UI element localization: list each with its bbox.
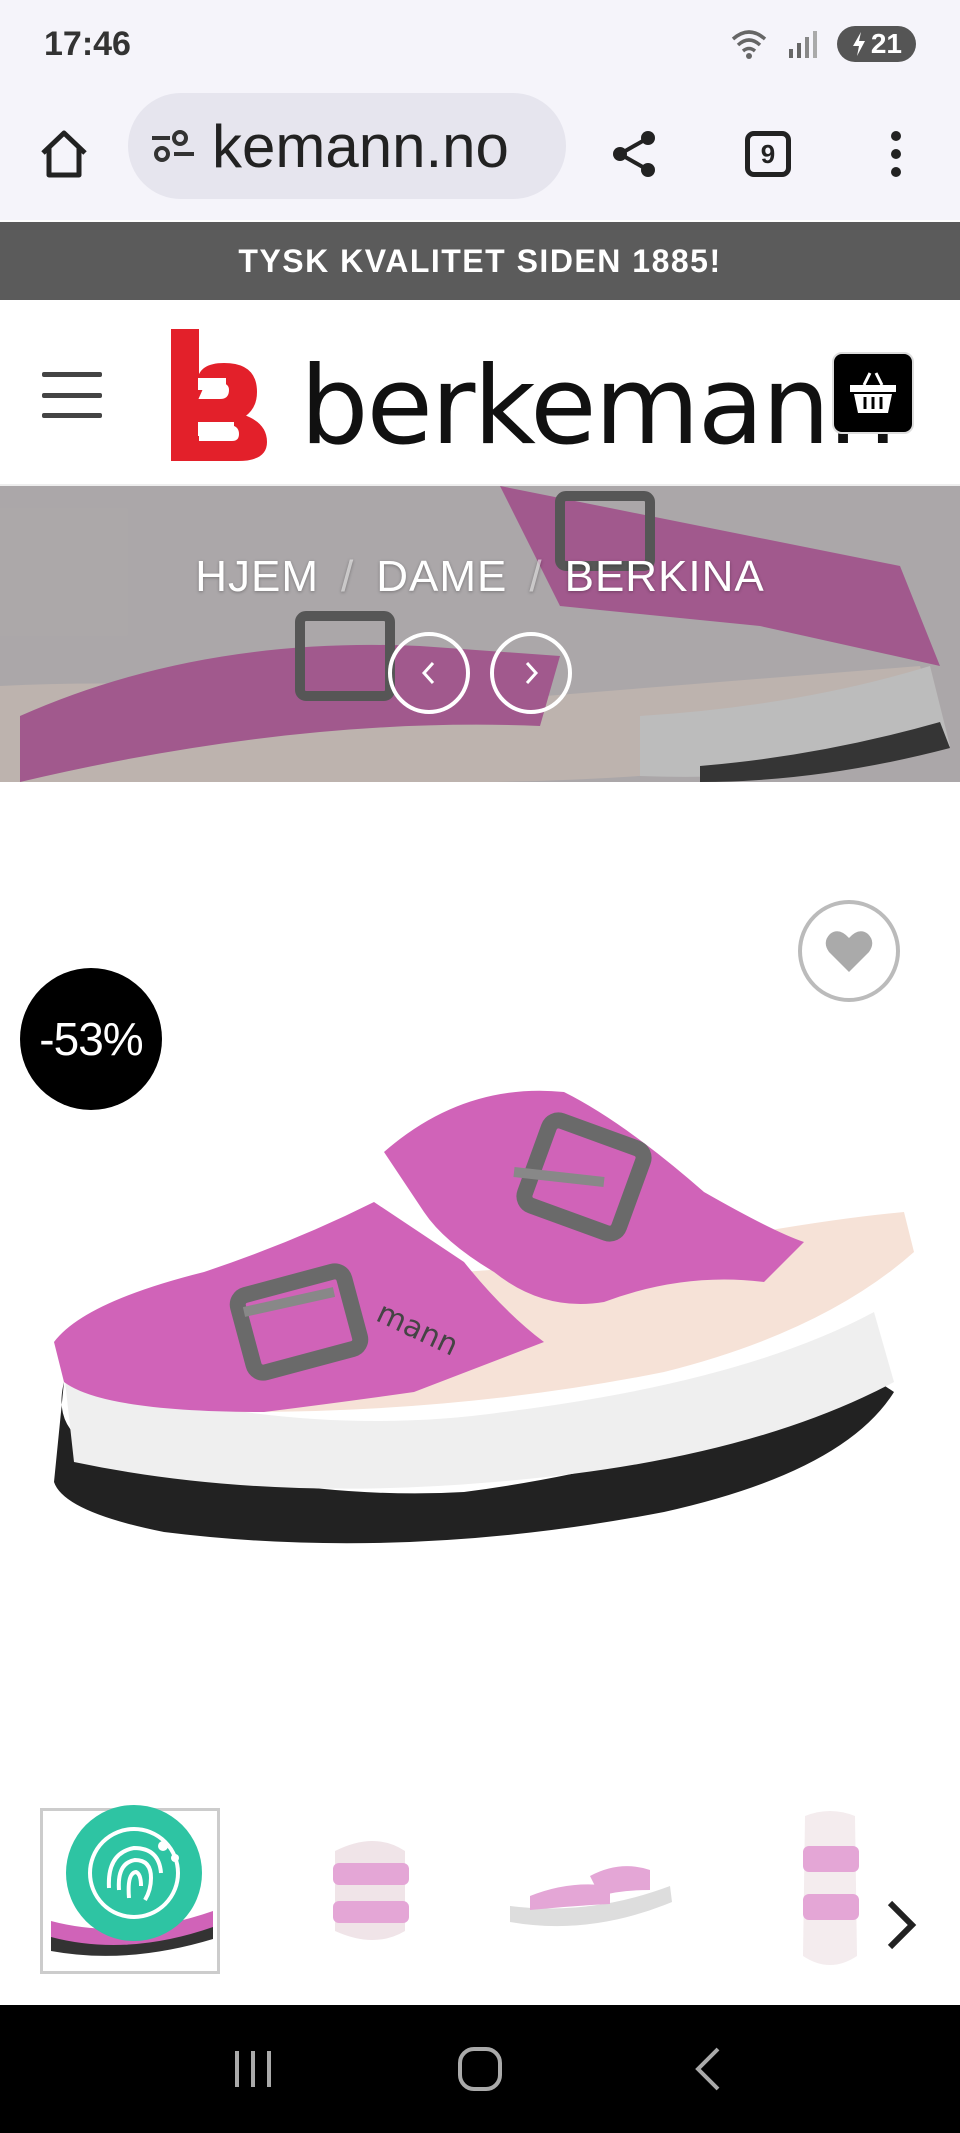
status-time: 17:46 — [44, 24, 131, 63]
hero-next-button[interactable] — [490, 632, 572, 714]
breadcrumb-separator: / — [529, 552, 543, 601]
breadcrumb-berkina[interactable]: BERKINA — [565, 552, 765, 601]
share-button[interactable] — [584, 88, 684, 220]
recents-button[interactable] — [213, 2029, 293, 2109]
home-icon — [41, 130, 87, 178]
wishlist-button[interactable] — [798, 900, 900, 1002]
status-bar: 17:46 21 — [0, 0, 960, 88]
recents-icon — [235, 2051, 272, 2087]
more-vert-icon — [891, 131, 901, 177]
status-icons: 21 — [729, 26, 916, 62]
brand-wordmark: berkemann — [300, 344, 897, 469]
cookie-consent-button[interactable] — [66, 1805, 202, 1941]
breadcrumb-home[interactable]: HJEM — [195, 552, 319, 601]
chevron-right-icon — [525, 661, 539, 685]
thumbnail-image — [333, 1841, 409, 1940]
category-hero: HJEM / DAME / BERKINA — [0, 486, 960, 782]
site-header: berkemann — [0, 300, 960, 486]
brand-logo[interactable]: berkemann — [158, 324, 897, 469]
back-icon — [694, 2047, 720, 2091]
cart-icon — [850, 372, 896, 413]
hero-overlay — [0, 486, 960, 782]
breadcrumb-separator: / — [341, 552, 355, 601]
chevron-left-icon — [421, 661, 435, 685]
back-button[interactable] — [667, 2029, 747, 2109]
thumbnail-next-button[interactable] — [872, 1890, 930, 1960]
wifi-icon — [731, 30, 766, 59]
cart-button[interactable] — [832, 352, 914, 434]
home-nav-icon — [457, 2047, 502, 2091]
cookie-consent-icon — [88, 1827, 180, 1919]
system-nav-bar — [0, 2005, 960, 2133]
tabs-icon: 9 — [745, 131, 791, 177]
thumbnail-2[interactable] — [280, 1808, 460, 1974]
thumbnail-image — [510, 1866, 672, 1927]
discount-text: -53% — [39, 1013, 143, 1065]
breadcrumb: HJEM / DAME / BERKINA — [0, 552, 960, 602]
url-bar[interactable]: kemann.no — [128, 93, 566, 199]
more-menu-button[interactable] — [846, 88, 946, 220]
battery-level: 21 — [870, 28, 902, 59]
product-image[interactable]: mann — [44, 1082, 914, 1582]
home-button[interactable] — [0, 88, 128, 220]
thumbnail-3[interactable] — [500, 1808, 680, 1974]
home-nav-button[interactable] — [440, 2029, 520, 2109]
promo-text: TYSK KVALITET SIDEN 1885! — [238, 242, 722, 279]
site-settings-icon[interactable] — [148, 126, 200, 166]
thumbnail-image — [803, 1811, 859, 1965]
share-icon — [613, 131, 655, 177]
tabs-button[interactable]: 9 — [718, 88, 818, 220]
breadcrumb-dame[interactable]: DAME — [376, 552, 507, 601]
chevron-right-icon — [887, 1900, 917, 1950]
battery-icon: 21 — [836, 26, 916, 62]
tab-count: 9 — [760, 138, 776, 169]
hero-prev-button[interactable] — [388, 632, 470, 714]
url-text: kemann.no — [212, 112, 509, 180]
promo-banner: TYSK KVALITET SIDEN 1885! — [0, 222, 960, 300]
menu-icon[interactable] — [34, 368, 110, 422]
logo-mark — [171, 329, 268, 461]
product-gallery: -53% mann — [0, 782, 960, 1974]
browser-toolbar: kemann.no 9 — [0, 88, 960, 220]
signal-icon — [788, 31, 817, 58]
heart-icon — [825, 931, 873, 972]
